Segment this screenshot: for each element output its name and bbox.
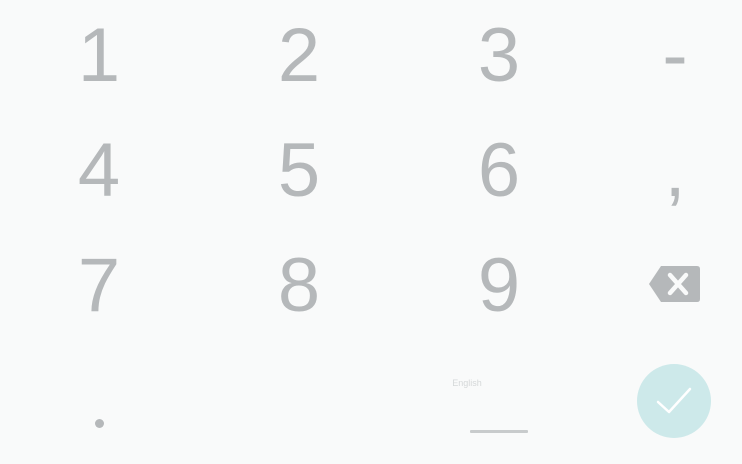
language-label: English (452, 378, 482, 388)
key-2[interactable]: 2 (239, 16, 359, 96)
space-bar-indicator (470, 430, 528, 433)
key-4-label: 4 (77, 128, 121, 213)
key-9-label: 9 (477, 243, 521, 328)
key-9[interactable]: 9 (439, 246, 559, 326)
key-5[interactable]: 5 (239, 131, 359, 211)
key-4[interactable]: 4 (39, 131, 159, 211)
key-8[interactable]: 8 (239, 246, 359, 326)
key-comma-label: , (664, 128, 686, 213)
key-dash[interactable]: - (615, 16, 735, 96)
key-7[interactable]: 7 (39, 246, 159, 326)
key-3[interactable]: 3 (439, 16, 559, 96)
key-period[interactable] (39, 384, 159, 464)
period-dot-icon (95, 419, 104, 428)
checkmark-icon (656, 387, 692, 414)
key-1[interactable]: 1 (39, 16, 159, 96)
key-8-label: 8 (277, 243, 321, 328)
backspace-icon (649, 266, 700, 302)
key-6-label: 6 (477, 128, 521, 213)
key-2-label: 2 (277, 13, 321, 98)
key-6[interactable]: 6 (439, 131, 559, 211)
backspace-button[interactable] (644, 262, 704, 306)
space-key[interactable] (420, 360, 578, 450)
key-1-label: 1 (77, 13, 121, 98)
key-dash-label: - (662, 13, 688, 98)
key-comma[interactable]: , (615, 131, 735, 211)
done-button[interactable] (637, 364, 711, 438)
key-3-label: 3 (477, 13, 521, 98)
key-5-label: 5 (277, 128, 321, 213)
key-7-label: 7 (77, 243, 121, 328)
